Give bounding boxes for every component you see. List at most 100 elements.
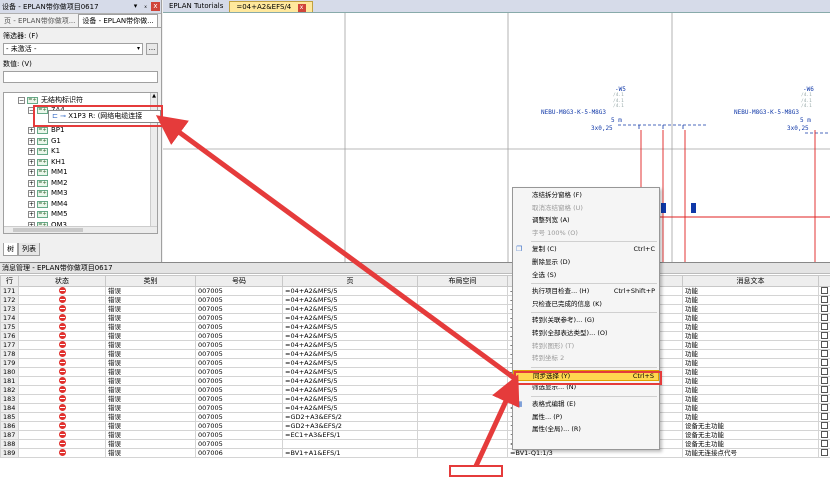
checkbox-cell[interactable] <box>818 286 830 296</box>
category-cell[interactable]: 错误 <box>105 385 196 395</box>
table-row[interactable]: 185错误007005=GD2+A3&EFS/2+A3-WE1功能 <box>0 412 830 422</box>
row-number[interactable]: 173 <box>0 304 19 314</box>
page-cell[interactable]: =04+A2&MFS/5 <box>282 313 418 323</box>
checkbox[interactable] <box>821 296 828 304</box>
menu-item-0[interactable]: 冻结拆分窗格 (F) <box>513 190 659 201</box>
layout-space-cell[interactable] <box>417 430 508 440</box>
message-text-cell[interactable]: 功能 <box>682 295 819 305</box>
tab-tree[interactable]: 树 <box>3 243 18 256</box>
message-text-cell[interactable]: 功能 <box>682 340 819 350</box>
page-cell[interactable]: =04+A2&MFS/5 <box>282 322 418 332</box>
close-icon[interactable]: x <box>297 4 306 12</box>
message-text-cell[interactable]: 功能 <box>682 358 819 368</box>
layout-space-cell[interactable] <box>417 376 508 386</box>
table-row[interactable]: 184错误007005=04+A2&MFS/5=04+A2-MM5-B2功能 <box>0 403 830 413</box>
message-text-cell[interactable]: 功能无连接点代号 <box>682 448 819 458</box>
expand-icon[interactable]: + <box>28 210 35 218</box>
menu-item-9[interactable]: 转到(关联参考)... (G) <box>513 315 659 326</box>
layout-space-cell[interactable] <box>417 349 508 359</box>
page-cell[interactable]: =04+A2&MFS/5 <box>282 286 418 296</box>
status-cell[interactable] <box>18 340 106 350</box>
row-number[interactable]: 188 <box>0 439 19 449</box>
category-cell[interactable]: 错误 <box>105 430 196 440</box>
table-row[interactable]: 171错误007005=04+A2&MFS/5-QM9-QM2:3功能 <box>0 286 830 296</box>
table-row[interactable]: 175错误007005=04+A2&MFS/5-XL7-XL1:3功能 <box>0 322 830 332</box>
tree-item-kh1[interactable]: + =+ KH1 <box>28 157 65 167</box>
col-code[interactable]: 号码 <box>195 275 283 287</box>
row-number[interactable]: 182 <box>0 385 19 395</box>
category-cell[interactable]: 错误 <box>105 394 196 404</box>
code-cell[interactable]: 007005 <box>195 394 283 404</box>
row-number[interactable]: 177 <box>0 340 19 350</box>
status-cell[interactable] <box>18 286 106 296</box>
tree-item-mm5[interactable]: + =+ MM5 <box>28 209 68 219</box>
page-cell[interactable] <box>282 439 418 449</box>
menu-item-17[interactable]: 属性(全局)... (R) <box>513 424 659 435</box>
checkbox-cell[interactable] <box>818 439 830 449</box>
code-cell[interactable]: 007005 <box>195 439 283 449</box>
menu-item-2[interactable]: 调整列宽 (A) <box>513 215 659 226</box>
expand-icon[interactable]: + <box>28 147 35 155</box>
status-cell[interactable] <box>18 313 106 323</box>
layout-space-cell[interactable] <box>417 394 508 404</box>
col-page[interactable]: 页 <box>282 275 418 287</box>
scroll-thumb[interactable] <box>13 228 83 232</box>
category-cell[interactable]: 错误 <box>105 448 196 458</box>
message-text-cell[interactable]: 功能 <box>682 385 819 395</box>
layout-space-cell[interactable] <box>417 439 508 449</box>
layout-space-cell[interactable] <box>417 313 508 323</box>
layout-space-cell[interactable] <box>417 448 508 458</box>
message-text-cell[interactable]: 功能 <box>682 349 819 359</box>
status-cell[interactable] <box>18 304 106 314</box>
menu-item-5[interactable]: 删除显示 (D) <box>513 257 659 268</box>
checkbox-cell[interactable] <box>818 394 830 404</box>
checkbox[interactable] <box>821 431 828 439</box>
message-text-cell[interactable]: 功能 <box>682 313 819 323</box>
tab-list[interactable]: 列表 <box>18 243 40 256</box>
col-layout-space[interactable]: 布局空间 <box>417 275 508 287</box>
row-number[interactable]: 179 <box>0 358 19 368</box>
status-cell[interactable] <box>18 385 106 395</box>
row-number[interactable]: 184 <box>0 403 19 413</box>
tree-root[interactable]: − =+ 无结构标识符 <box>18 95 83 105</box>
status-cell[interactable] <box>18 394 106 404</box>
checkbox[interactable] <box>821 386 828 394</box>
page-cell[interactable]: =EC1+A3&EFS/1 <box>282 430 418 440</box>
message-table[interactable]: 行 状态 类别 号码 页 布局空间 消息文本 171 错误 007005 =04+A2… <box>0 275 830 458</box>
tab-devices[interactable]: 设备 - EPLAN带你做... <box>78 14 158 27</box>
checkbox-cell[interactable] <box>818 313 830 323</box>
tree-item-mm1[interactable]: + =+ MM1 <box>28 167 68 177</box>
checkbox-cell[interactable] <box>818 376 830 386</box>
message-text-cell[interactable]: 功能 <box>682 304 819 314</box>
layout-space-cell[interactable] <box>417 421 508 431</box>
checkbox[interactable] <box>821 449 828 457</box>
checkbox[interactable] <box>821 359 828 367</box>
checkbox[interactable] <box>821 377 828 385</box>
category-cell[interactable]: 错误 <box>105 421 196 431</box>
status-cell[interactable] <box>18 322 106 332</box>
code-cell[interactable]: 007005 <box>195 313 283 323</box>
checkbox[interactable] <box>821 395 828 403</box>
row-number[interactable]: 176 <box>0 331 19 341</box>
category-cell[interactable]: 错误 <box>105 313 196 323</box>
message-text-cell[interactable]: 功能 <box>682 403 819 413</box>
code-cell[interactable]: 007005 <box>195 304 283 314</box>
category-cell[interactable]: 错误 <box>105 295 196 305</box>
table-row[interactable]: 177错误007005=04+A2&MFS/5-XL7-XL1:1功能 <box>0 340 830 350</box>
message-text-cell[interactable]: 功能 <box>682 376 819 386</box>
message-text-cell[interactable]: 设备无主功能 <box>682 421 819 431</box>
page-cell[interactable]: =04+A2&MFS/5 <box>282 403 418 413</box>
status-cell[interactable] <box>18 448 106 458</box>
menu-item-15[interactable]: ▦ 表格式编辑 (E) <box>513 399 659 410</box>
cable-ref-w6[interactable]: -W6 <box>803 86 814 93</box>
value-input[interactable] <box>3 71 158 83</box>
menu-item-6[interactable]: 全选 (S) <box>513 270 659 281</box>
checkbox-cell[interactable] <box>818 295 830 305</box>
status-cell[interactable] <box>18 403 106 413</box>
layout-space-cell[interactable] <box>417 403 508 413</box>
code-cell[interactable]: 007005 <box>195 340 283 350</box>
page-cell[interactable]: =04+A2&MFS/5 <box>282 367 418 377</box>
checkbox-cell[interactable] <box>818 331 830 341</box>
checkbox[interactable] <box>821 368 828 376</box>
message-text-cell[interactable]: 功能 <box>682 322 819 332</box>
